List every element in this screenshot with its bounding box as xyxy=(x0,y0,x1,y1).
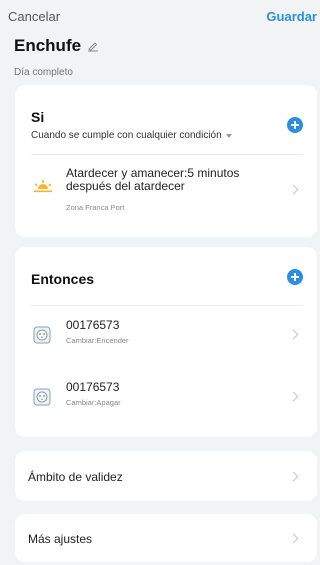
edit-pencil-icon[interactable] xyxy=(87,40,99,52)
trigger-location: Zona Franca Port xyxy=(66,203,125,212)
trigger-title: Atardecer y amanecer:5 minutos después d… xyxy=(66,167,239,193)
action-row-2[interactable]: 00176573 Cambiar:Apagar xyxy=(15,369,317,429)
condition-text: Cuando se cumple con cualquier condición xyxy=(31,130,222,141)
more-settings-label: Más ajustes xyxy=(28,532,93,546)
chevron-right-icon xyxy=(288,329,299,340)
then-card: Entonces 00176573 Cambiar:Encender 00176… xyxy=(15,247,317,437)
caret-down-icon xyxy=(225,133,232,138)
validity-label: Ámbito de validez xyxy=(28,470,123,484)
action-device: 00176573 xyxy=(66,380,120,394)
chevron-right-icon xyxy=(288,471,299,482)
save-button[interactable]: Guardar xyxy=(266,9,317,24)
cancel-button[interactable]: Cancelar xyxy=(8,9,60,24)
action-row-1[interactable]: 00176573 Cambiar:Encender xyxy=(15,307,317,367)
page-title: Enchufe xyxy=(14,36,82,55)
action-device: 00176573 xyxy=(66,318,120,332)
chevron-right-icon xyxy=(288,533,299,544)
smart-plug-icon xyxy=(33,388,51,406)
more-settings-row[interactable]: Más ajustes xyxy=(15,514,317,562)
chevron-right-icon xyxy=(288,184,299,195)
trigger-row-sunset[interactable]: Atardecer y amanecer:5 minutos después d… xyxy=(15,154,317,224)
add-condition-plus-icon[interactable] xyxy=(287,117,303,133)
condition-selector[interactable]: Cuando se cumple con cualquier condición xyxy=(31,130,232,141)
schedule-subtitle: Día completo xyxy=(14,67,73,78)
if-card: Si Cuando se cumple con cualquier condic… xyxy=(15,85,317,237)
action-description: Cambiar:Apagar xyxy=(66,398,121,407)
smart-plug-icon xyxy=(33,326,51,344)
then-section-title: Entonces xyxy=(31,271,95,287)
sunset-icon xyxy=(34,180,52,193)
top-bar: Cancelar Guardar xyxy=(0,0,319,34)
if-section-title: Si xyxy=(31,109,45,125)
title-row[interactable]: Enchufe xyxy=(14,36,99,56)
trigger-title-line2: después del atardecer xyxy=(66,179,185,193)
action-description: Cambiar:Encender xyxy=(66,336,129,345)
validity-row[interactable]: Ámbito de validez xyxy=(15,451,317,501)
add-action-plus-icon[interactable] xyxy=(287,269,303,285)
divider xyxy=(31,305,303,306)
chevron-right-icon xyxy=(288,391,299,402)
